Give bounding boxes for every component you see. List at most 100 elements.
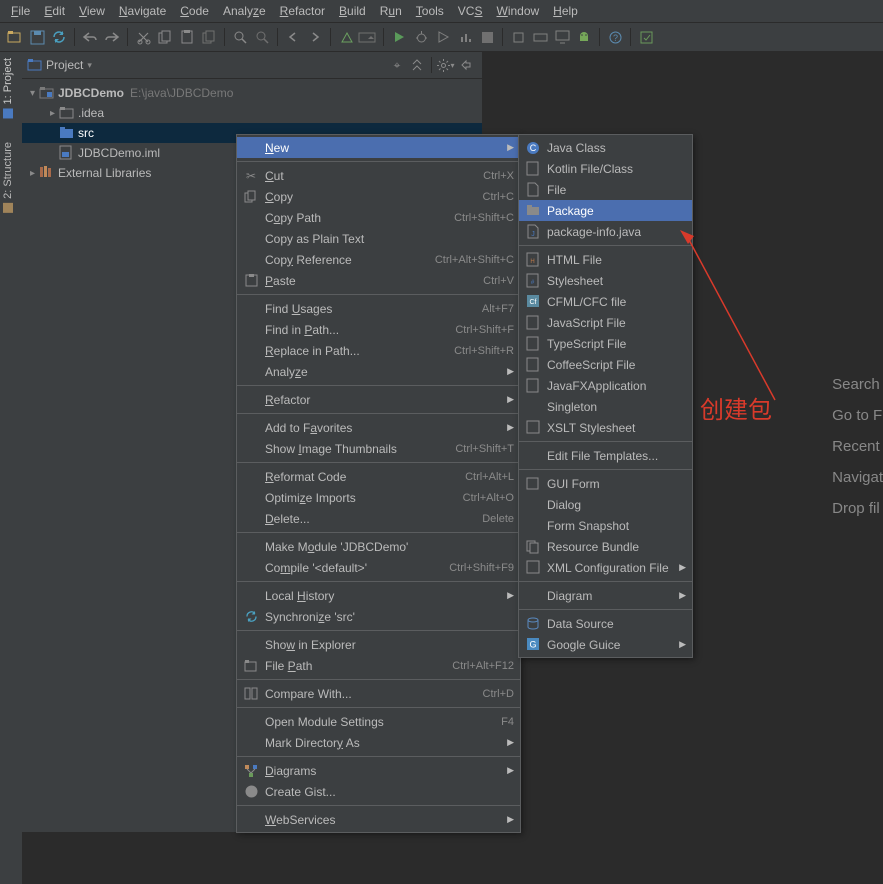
find-icon[interactable] [229, 26, 251, 48]
ctx-open-module-settings[interactable]: Open Module SettingsF4 [237, 711, 520, 732]
sub-cfml[interactable]: CfCFML/CFC file [519, 291, 692, 312]
ctx-file-path[interactable]: File PathCtrl+Alt+F12 [237, 655, 520, 676]
menu-refactor[interactable]: Refactor [273, 2, 332, 20]
ctx-delete[interactable]: Delete...Delete [237, 508, 520, 529]
ctx-copy-plain[interactable]: Copy as Plain Text [237, 228, 520, 249]
sub-diagram[interactable]: Diagram▶ [519, 585, 692, 606]
sub-java-class[interactable]: CJava Class [519, 137, 692, 158]
tree-idea-folder[interactable]: ▸ .idea [22, 103, 482, 123]
ctx-optimize-imports[interactable]: Optimize ImportsCtrl+Alt+O [237, 487, 520, 508]
sub-datasource[interactable]: Data Source [519, 613, 692, 634]
ctx-make-module[interactable]: Make Module 'JDBCDemo' [237, 536, 520, 557]
profile-icon[interactable] [454, 26, 476, 48]
sub-javascript[interactable]: JavaScript File [519, 312, 692, 333]
sub-coffeescript[interactable]: CoffeeScript File [519, 354, 692, 375]
menu-edit[interactable]: Edit [37, 2, 72, 20]
ctx-reformat-code[interactable]: Reformat CodeCtrl+Alt+L [237, 466, 520, 487]
copy-icon[interactable] [154, 26, 176, 48]
project-panel-title[interactable]: Project ▾ [28, 58, 92, 72]
debug-icon[interactable] [410, 26, 432, 48]
ctx-webservices[interactable]: WebServices▶ [237, 809, 520, 830]
menu-file[interactable]: File [4, 2, 37, 20]
sub-html[interactable]: HHTML File [519, 249, 692, 270]
sync-icon[interactable] [48, 26, 70, 48]
sub-google-guice[interactable]: GGoogle Guice▶ [519, 634, 692, 655]
sub-typescript[interactable]: TypeScript File [519, 333, 692, 354]
menu-build[interactable]: Build [332, 2, 373, 20]
avd-icon[interactable] [507, 26, 529, 48]
stop-icon[interactable] [476, 26, 498, 48]
ctx-compile[interactable]: Compile '<default>'Ctrl+Shift+F9 [237, 557, 520, 578]
menu-help[interactable]: Help [546, 2, 585, 20]
help-icon[interactable]: ? [604, 26, 626, 48]
select-config-icon[interactable] [357, 26, 379, 48]
new-submenu[interactable]: CJava Class Kotlin File/Class File Packa… [518, 134, 693, 658]
menu-analyze[interactable]: Analyze [216, 2, 273, 20]
menu-window[interactable]: Window [489, 2, 546, 20]
sub-package-info[interactable]: Jpackage-info.java [519, 221, 692, 242]
sub-javafx[interactable]: JavaFXApplication [519, 375, 692, 396]
ctx-show-thumbnails[interactable]: Show Image ThumbnailsCtrl+Shift+T [237, 438, 520, 459]
open-icon[interactable] [4, 26, 26, 48]
menu-tools[interactable]: Tools [409, 2, 451, 20]
sub-stylesheet[interactable]: #Stylesheet [519, 270, 692, 291]
collapse-icon[interactable] [407, 55, 427, 75]
run-coverage-icon[interactable] [432, 26, 454, 48]
gear-icon[interactable]: ▾ [436, 55, 456, 75]
run-icon[interactable] [388, 26, 410, 48]
sub-xml-config[interactable]: XML Configuration File▶ [519, 557, 692, 578]
build-icon[interactable] [335, 26, 357, 48]
ctx-new[interactable]: New▶ [237, 137, 520, 158]
menu-code[interactable]: Code [173, 2, 216, 20]
ctx-find-in-path[interactable]: Find in Path...Ctrl+Shift+F [237, 319, 520, 340]
tab-structure[interactable]: 2: Structure [0, 136, 16, 219]
ctx-show-explorer[interactable]: Show in Explorer [237, 634, 520, 655]
sub-xslt[interactable]: XSLT Stylesheet [519, 417, 692, 438]
replace-icon[interactable] [251, 26, 273, 48]
ctx-cut[interactable]: ✂CutCtrl+X [237, 165, 520, 186]
ctx-copy-path[interactable]: Copy PathCtrl+Shift+C [237, 207, 520, 228]
scroll-target-icon[interactable]: ⌖ [387, 55, 407, 75]
hide-icon[interactable] [456, 55, 476, 75]
sdk-icon[interactable] [529, 26, 551, 48]
ctx-refactor[interactable]: Refactor▶ [237, 389, 520, 410]
back-icon[interactable] [282, 26, 304, 48]
android-icon[interactable] [573, 26, 595, 48]
sub-resource-bundle[interactable]: Resource Bundle [519, 536, 692, 557]
tree-project-root[interactable]: ▾ JDBCDemo E:\java\JDBCDemo [22, 83, 482, 103]
sub-dialog[interactable]: Dialog [519, 494, 692, 515]
menu-run[interactable]: Run [373, 2, 409, 20]
ctx-compare-with[interactable]: Compare With...Ctrl+D [237, 683, 520, 704]
tab-project[interactable]: 1: Project [0, 52, 16, 124]
ctx-create-gist[interactable]: Create Gist... [237, 781, 520, 802]
ctx-find-usages[interactable]: Find UsagesAlt+F7 [237, 298, 520, 319]
sub-singleton[interactable]: Singleton [519, 396, 692, 417]
sub-edit-templates[interactable]: Edit File Templates... [519, 445, 692, 466]
ctx-replace-in-path[interactable]: Replace in Path...Ctrl+Shift+R [237, 340, 520, 361]
redo-icon[interactable] [101, 26, 123, 48]
ctx-add-favorites[interactable]: Add to Favorites▶ [237, 417, 520, 438]
ctx-analyze[interactable]: Analyze▶ [237, 361, 520, 382]
menu-view[interactable]: View [72, 2, 112, 20]
sub-gui-form[interactable]: GUI Form [519, 473, 692, 494]
menu-navigate[interactable]: Navigate [112, 2, 173, 20]
ctx-local-history[interactable]: Local History▶ [237, 585, 520, 606]
context-menu[interactable]: New▶ ✂CutCtrl+X CopyCtrl+C Copy PathCtrl… [236, 134, 521, 833]
forward-icon[interactable] [304, 26, 326, 48]
sub-file[interactable]: File [519, 179, 692, 200]
cut-icon[interactable] [132, 26, 154, 48]
ctx-mark-directory[interactable]: Mark Directory As▶ [237, 732, 520, 753]
whatsnew-icon[interactable] [635, 26, 657, 48]
save-icon[interactable] [26, 26, 48, 48]
ctx-diagrams[interactable]: Diagrams▶ [237, 760, 520, 781]
ctx-copy-reference[interactable]: Copy ReferenceCtrl+Alt+Shift+C [237, 249, 520, 270]
sub-form-snapshot[interactable]: Form Snapshot [519, 515, 692, 536]
copy2-icon[interactable] [198, 26, 220, 48]
undo-icon[interactable] [79, 26, 101, 48]
menu-vcs[interactable]: VCS [451, 2, 490, 20]
ctx-copy[interactable]: CopyCtrl+C [237, 186, 520, 207]
sub-package[interactable]: Package [519, 200, 692, 221]
ctx-paste[interactable]: PasteCtrl+V [237, 270, 520, 291]
paste-icon[interactable] [176, 26, 198, 48]
ctx-synchronize[interactable]: Synchronize 'src' [237, 606, 520, 627]
